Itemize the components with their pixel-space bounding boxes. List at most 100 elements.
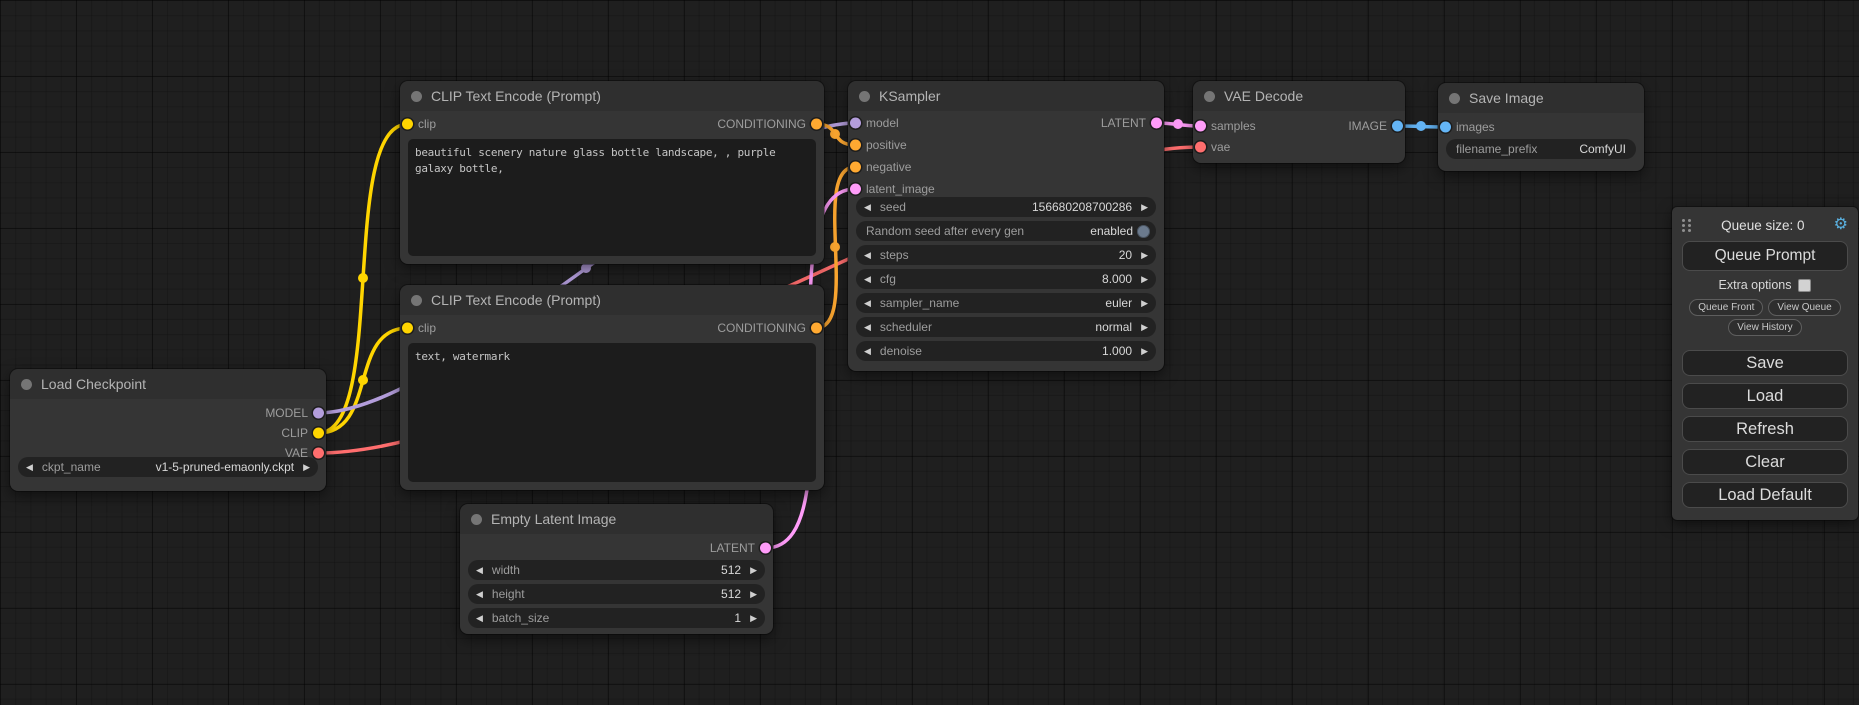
increment-arrow-icon[interactable]: ▶ [1141,203,1148,212]
refresh-button[interactable]: Refresh [1682,416,1848,442]
increment-arrow-icon[interactable]: ▶ [303,463,310,472]
sampler-name-widget[interactable]: ◀ sampler_name euler ▶ [856,293,1156,313]
node-collapse-dot-icon[interactable] [859,91,870,102]
vae-input-dot[interactable] [1195,142,1206,153]
node-title-bar[interactable]: CLIP Text Encode (Prompt) [400,81,824,111]
decrement-arrow-icon[interactable]: ◀ [864,347,871,356]
latent-output-dot[interactable] [760,543,771,554]
node-title-bar[interactable]: CLIP Text Encode (Prompt) [400,285,824,315]
widget-value: 1 [734,611,741,625]
node-title-bar[interactable]: KSampler [848,81,1164,111]
steps-widget[interactable]: ◀ steps 20 ▶ [856,245,1156,265]
image-output-dot[interactable] [1392,121,1403,132]
queue-front-button[interactable]: Queue Front [1689,299,1763,316]
increment-arrow-icon[interactable]: ▶ [1141,347,1148,356]
cfg-widget[interactable]: ◀ cfg 8.000 ▶ [856,269,1156,289]
model-input-dot[interactable] [850,118,861,129]
clear-button[interactable]: Clear [1682,449,1848,475]
vae-output-dot[interactable] [313,448,324,459]
widget-label: scheduler [880,320,932,334]
decrement-arrow-icon[interactable]: ◀ [864,299,871,308]
node-vae-decode[interactable]: VAE Decode samples vae IMAGE [1193,81,1405,163]
comfy-menu-panel[interactable]: Queue size: 0 ⚙ Queue Prompt Extra optio… [1672,207,1858,520]
width-widget[interactable]: ◀ width 512 ▶ [468,560,765,580]
increment-arrow-icon[interactable]: ▶ [1141,275,1148,284]
node-clip-text-encode-positive[interactable]: CLIP Text Encode (Prompt) clip CONDITION… [400,81,824,264]
node-empty-latent-image[interactable]: Empty Latent Image LATENT ◀ width 512 ▶ … [460,504,773,634]
filename-prefix-widget[interactable]: filename_prefix ComfyUI [1446,139,1636,159]
conditioning-input-dot[interactable] [850,162,861,173]
load-button[interactable]: Load [1682,383,1848,409]
denoise-widget[interactable]: ◀ denoise 1.000 ▶ [856,341,1156,361]
slot-label: MODEL [265,406,308,420]
node-collapse-dot-icon[interactable] [411,295,422,306]
view-history-button[interactable]: View History [1728,319,1801,336]
positive-prompt-textarea[interactable]: beautiful scenery nature glass bottle la… [408,139,816,256]
clip-input-dot[interactable] [402,323,413,334]
widget-label: batch_size [492,611,549,625]
increment-arrow-icon[interactable]: ▶ [1141,323,1148,332]
increment-arrow-icon[interactable]: ▶ [1141,251,1148,260]
increment-arrow-icon[interactable]: ▶ [750,614,757,623]
node-collapse-dot-icon[interactable] [411,91,422,102]
node-save-image[interactable]: Save Image images filename_prefix ComfyU… [1438,83,1644,171]
queue-prompt-button[interactable]: Queue Prompt [1682,241,1848,271]
load-default-button[interactable]: Load Default [1682,482,1848,508]
slot-label: LATENT [1101,116,1146,130]
increment-arrow-icon[interactable]: ▶ [750,566,757,575]
batch-size-widget[interactable]: ◀ batch_size 1 ▶ [468,608,765,628]
node-ksampler[interactable]: KSampler model positive negative latent_… [848,81,1164,371]
widget-value: v1-5-pruned-emaonly.ckpt [156,460,295,474]
decrement-arrow-icon[interactable]: ◀ [864,323,871,332]
scheduler-widget[interactable]: ◀ scheduler normal ▶ [856,317,1156,337]
settings-gear-icon[interactable]: ⚙ [1834,217,1848,233]
save-button[interactable]: Save [1682,350,1848,376]
increment-arrow-icon[interactable]: ▶ [1141,299,1148,308]
link-midpoint-dot [358,273,368,283]
negative-prompt-textarea[interactable]: text, watermark [408,343,816,482]
conditioning-output-dot[interactable] [811,119,822,130]
decrement-arrow-icon[interactable]: ◀ [476,566,483,575]
link-midpoint-dot [1416,121,1426,131]
random-seed-toggle-widget[interactable]: Random seed after every gen enabled [856,221,1156,241]
node-title-bar[interactable]: Load Checkpoint [10,369,326,399]
input-slot-model: model [848,113,899,133]
decrement-arrow-icon[interactable]: ◀ [864,275,871,284]
model-output-dot[interactable] [313,408,324,419]
conditioning-input-dot[interactable] [850,140,861,151]
node-clip-text-encode-negative[interactable]: CLIP Text Encode (Prompt) clip CONDITION… [400,285,824,490]
slot-label: model [866,116,899,130]
decrement-arrow-icon[interactable]: ◀ [864,203,871,212]
ckpt-name-widget[interactable]: ◀ ckpt_name v1-5-pruned-emaonly.ckpt ▶ [18,457,318,477]
node-title-bar[interactable]: VAE Decode [1193,81,1405,111]
random-seed-toggle-knob[interactable] [1137,225,1150,238]
seed-widget[interactable]: ◀ seed 156680208700286 ▶ [856,197,1156,217]
widget-value: 512 [721,587,741,601]
conditioning-output-dot[interactable] [811,323,822,334]
extra-options-checkbox[interactable] [1798,279,1811,292]
latent-input-dot[interactable] [1195,121,1206,132]
clip-input-dot[interactable] [402,119,413,130]
latent-output-dot[interactable] [1151,118,1162,129]
clip-output-dot[interactable] [313,428,324,439]
increment-arrow-icon[interactable]: ▶ [750,590,757,599]
decrement-arrow-icon[interactable]: ◀ [476,614,483,623]
node-load-checkpoint[interactable]: Load Checkpoint MODEL CLIP VAE ◀ ckpt_na… [10,369,326,491]
node-collapse-dot-icon[interactable] [1449,93,1460,104]
image-input-dot[interactable] [1440,122,1451,133]
latent-input-dot[interactable] [850,184,861,195]
queue-buttons-row: Queue Front View Queue [1682,299,1848,316]
view-queue-button[interactable]: View Queue [1768,299,1840,316]
decrement-arrow-icon[interactable]: ◀ [864,251,871,260]
decrement-arrow-icon[interactable]: ◀ [476,590,483,599]
node-collapse-dot-icon[interactable] [471,514,482,525]
node-title-bar[interactable]: Save Image [1438,83,1644,113]
node-title-bar[interactable]: Empty Latent Image [460,504,773,534]
link-midpoint-dot [581,263,591,273]
slot-label: vae [1211,140,1230,154]
drag-handle-icon[interactable] [1682,218,1692,232]
decrement-arrow-icon[interactable]: ◀ [26,463,33,472]
node-collapse-dot-icon[interactable] [1204,91,1215,102]
height-widget[interactable]: ◀ height 512 ▶ [468,584,765,604]
node-collapse-dot-icon[interactable] [21,379,32,390]
